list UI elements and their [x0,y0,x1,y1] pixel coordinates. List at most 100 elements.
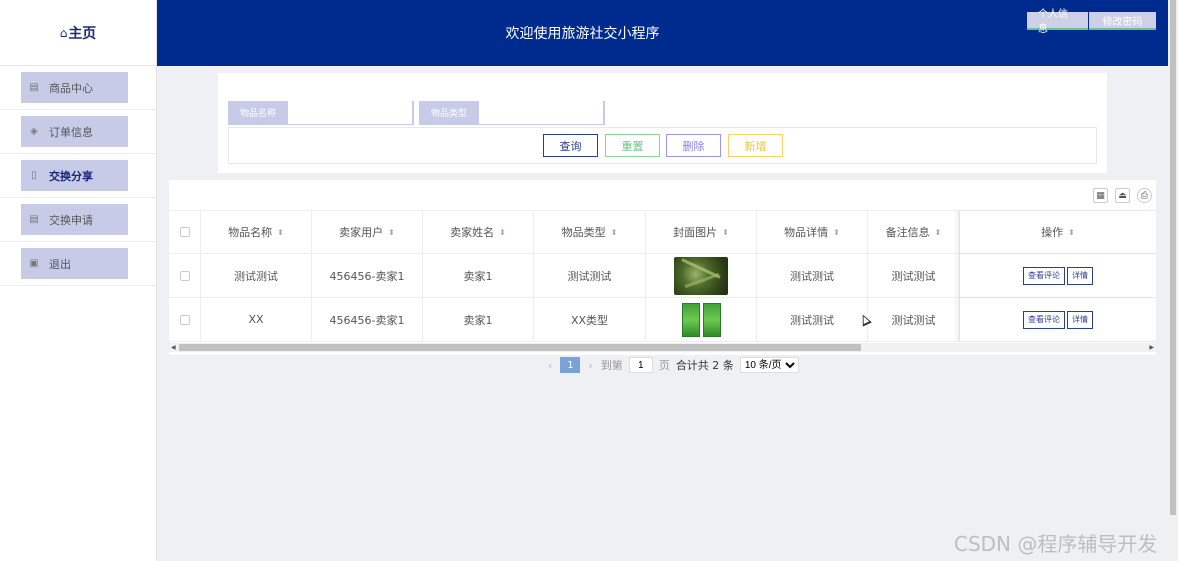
print-icon[interactable]: ⎙ [1137,188,1152,203]
page-title: 欢迎使用旅游社交小程序 [505,26,660,42]
home-label: 主页 [68,25,97,42]
delete-button[interactable]: 删除 [666,134,721,157]
goto-label: 到第 [600,359,623,372]
search-panel: 物品名称 物品类型 查询 重置 删除 新增 [218,73,1107,173]
tea-package-image[interactable] [678,300,724,339]
sidebar-item-exchange-share[interactable]: ▯ 交换分享 [21,160,128,191]
cell-note: 测试测试 [891,269,936,283]
change-password-button[interactable]: 修改密码 [1089,12,1156,30]
sidebar-item-label: 交换申请 [49,213,93,227]
column-header-label: 卖家用户 [339,226,384,239]
select-all-checkbox[interactable] [179,227,190,237]
watermark: CSDN @程序辅导开发 [954,532,1158,556]
page-scrollbar[interactable] [1168,0,1178,561]
query-button[interactable]: 查询 [543,134,598,157]
scroll-left-icon[interactable]: ◀ [171,343,176,352]
sidebar-item-label: 订单信息 [49,125,93,139]
add-button[interactable]: 新增 [728,134,783,157]
sort-icon[interactable]: ⬍ [611,228,618,237]
column-header-label: 物品详情 [784,226,829,239]
sort-icon[interactable]: ⬍ [277,228,284,237]
column-header[interactable]: 封面图片 ⬍ [646,211,757,253]
sort-icon[interactable]: ⬍ [935,228,942,237]
row-select-cell [169,254,201,297]
goto-page-input[interactable] [628,357,653,373]
sort-icon[interactable]: ⬍ [499,228,506,237]
cell-item-type: 测试测试 [534,254,646,297]
profile-button[interactable]: 个人信息 [1027,9,1088,35]
page-size-select[interactable]: 10 条/页 [739,357,799,373]
sidebar-item-order-info[interactable]: ◈ 订单信息 [21,116,128,147]
pagination: ‹ 1 › 到第 页 合计共 2 条 10 条/页 [540,356,799,374]
column-header-label: 备注信息 [885,226,930,239]
columns-icon[interactable]: ▦ [1093,188,1108,203]
sidebar-item-label: 退出 [49,257,71,271]
cell-seller-name: 卖家1 [423,298,534,341]
column-header[interactable]: 卖家用户 ⬍ [312,211,423,253]
cell-item-detail: 测试测试 [757,254,868,297]
sort-icon[interactable]: ⬍ [1068,228,1075,237]
scroll-right-icon[interactable]: ▶ [1149,343,1154,352]
column-header-label: 物品名称 [228,226,273,239]
cell-item-type: XX类型 [534,298,646,341]
view-comments-button[interactable]: 查看评论 [1023,310,1065,329]
cell-actions: 查看评论 详情 [959,254,1156,297]
detail-button[interactable]: 详情 [1067,310,1093,329]
sidebar-row-goods: ▤ 商品中心 [0,66,156,110]
tea-leaves-image[interactable] [674,256,728,295]
action-bar: 查询 重置 删除 新增 [228,127,1097,164]
detail-button[interactable]: 详情 [1067,266,1093,285]
cell-actions: 查看评论 详情 [959,298,1156,341]
select-all-cell [169,211,201,253]
list-icon: ▤ [29,82,39,93]
row-checkbox[interactable] [179,270,190,281]
sidebar-item-logout[interactable]: ▣ 退出 [21,248,128,279]
column-header[interactable]: 卖家姓名 ⬍ [423,211,534,253]
clipboard-icon: ▣ [29,258,39,269]
table-row: XX 456456-卖家1 卖家1 XX类型 测试测试 测试测试 查看评论 详情 [169,298,1156,342]
row-checkbox[interactable] [179,314,190,325]
current-page-button[interactable]: 1 [560,357,581,373]
page-scrollbar-thumb[interactable] [1170,0,1176,515]
column-header[interactable]: 备注信息 ⬍ [868,211,959,253]
item-name-input[interactable] [288,101,413,124]
item-type-field: 物品类型 [419,101,605,125]
cell-item-name: 测试测试 [201,254,312,297]
cell-seller-name: 卖家1 [423,254,534,297]
layers-icon: ◈ [30,126,38,137]
cell-note: 测试测试 [891,313,936,327]
page-unit-label: 页 [658,359,670,372]
item-name-label: 物品名称 [229,101,288,124]
sort-icon[interactable]: ⬍ [388,228,395,237]
table-toolbar: ▦ ⏏ ⎙ [1086,188,1152,203]
table-horizontal-scrollbar[interactable]: ◀ ▶ [169,343,1156,352]
sidebar-row-apply: ▤ 交换申请 [0,198,156,242]
list-icon: ▤ [29,214,39,225]
cell-item-name: XX [201,298,312,341]
table-header: 物品名称 ⬍ 卖家用户 ⬍ 卖家姓名 ⬍ 物品类型 ⬍ 封面图片 ⬍ 物品详情 ⬍ 备注信息… [169,210,1156,254]
column-header[interactable]: 物品名称 ⬍ [201,211,312,253]
column-header[interactable]: 物品类型 ⬍ [534,211,646,253]
column-header[interactable]: 操作 ⬍ [959,211,1156,253]
item-type-input[interactable] [479,101,604,124]
reset-button[interactable]: 重置 [605,134,660,157]
sidebar-item-goods-center[interactable]: ▤ 商品中心 [21,72,128,103]
prev-page-icon[interactable]: ‹ [548,359,552,372]
column-header-label: 封面图片 [673,226,718,239]
home-link[interactable]: ⌂ 主页 [0,0,156,66]
table-scrollbar-thumb[interactable] [179,344,861,351]
sidebar-item-exchange-apply[interactable]: ▤ 交换申请 [21,204,128,235]
cell-seller-user: 456456-卖家1 [312,298,423,341]
view-comments-button[interactable]: 查看评论 [1023,266,1065,285]
cell-item-detail: 测试测试 [757,298,868,341]
item-type-label: 物品类型 [420,101,479,124]
home-icon: ⌂ [59,25,68,40]
cell-cover-image [646,298,757,341]
export-icon[interactable]: ⏏ [1115,188,1130,203]
sort-icon[interactable]: ⬍ [833,228,840,237]
column-header-label: 物品类型 [561,226,606,239]
next-page-icon[interactable]: › [588,359,592,372]
sidebar-row-logout: ▣ 退出 [0,242,156,286]
sort-icon[interactable]: ⬍ [722,228,729,237]
column-header[interactable]: 物品详情 ⬍ [757,211,868,253]
